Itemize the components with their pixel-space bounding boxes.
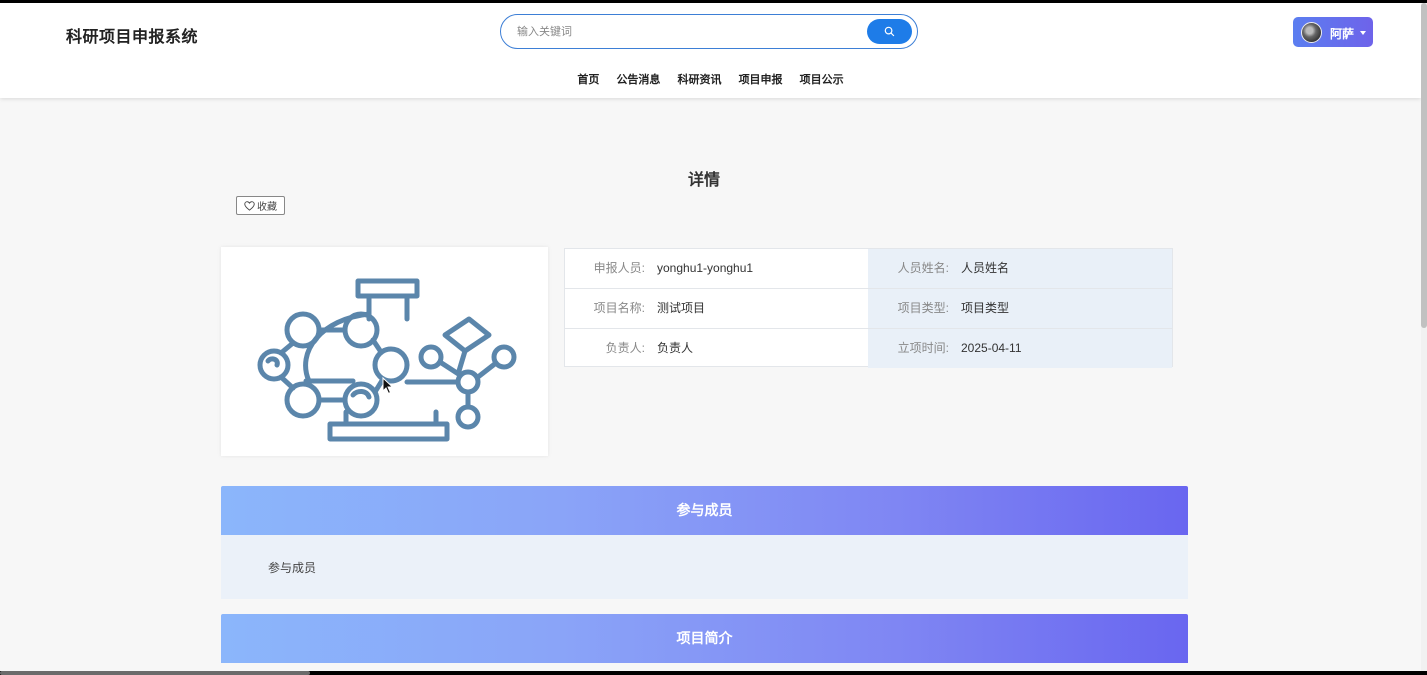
main-nav: 首页 公告消息 科研资讯 项目申报 项目公示 [0, 71, 1421, 87]
nav-research-news[interactable]: 科研资讯 [678, 71, 722, 87]
approval-date-value: 2025-04-11 [961, 341, 1022, 355]
horizontal-scrollbar-thumb[interactable] [0, 671, 310, 675]
applicant-label: 申报人员: [593, 261, 645, 275]
applicant-value: yonghu1-yonghu1 [657, 261, 754, 275]
search-input[interactable] [515, 21, 859, 43]
project-type-label: 项目类型: [897, 301, 949, 315]
heart-icon [244, 200, 255, 211]
avatar [1301, 22, 1322, 43]
mouse-pointer-icon [382, 377, 394, 395]
page-title: 详情 [687, 172, 720, 189]
user-menu-button[interactable]: 阿萨 [1293, 17, 1373, 47]
nav-home[interactable]: 首页 [577, 71, 599, 87]
search-bar [500, 14, 918, 49]
favorite-button[interactable]: 收藏 [236, 196, 285, 215]
nav-announcements[interactable]: 公告消息 [616, 71, 660, 87]
person-name-label: 人员姓名: [897, 261, 949, 275]
vertical-scrollbar-thumb[interactable] [1421, 3, 1427, 328]
vertical-scrollbar[interactable] [1421, 3, 1427, 671]
members-content: 参与成员 [268, 561, 317, 575]
members-section-body: 参与成员 [221, 535, 1188, 599]
leader-label: 负责人: [605, 341, 645, 355]
members-section-header: 参与成员 [221, 486, 1188, 535]
approval-date-label: 立项时间: [897, 341, 949, 355]
project-type-value: 项目类型 [961, 301, 1010, 315]
info-row: 项目名称: 测试项目 项目类型: 项目类型 [565, 289, 1172, 329]
person-name-value: 人员姓名 [961, 261, 1010, 275]
user-name: 阿萨 [1330, 27, 1355, 41]
search-icon [884, 26, 895, 37]
nav-project-application[interactable]: 项目申报 [739, 71, 783, 87]
lab-flask-molecule-icon [257, 278, 517, 442]
nav-project-publicity[interactable]: 项目公示 [800, 71, 844, 87]
project-name-value: 测试项目 [657, 301, 706, 315]
info-row: 申报人员: yonghu1-yonghu1 人员姓名: 人员姓名 [565, 249, 1172, 289]
project-image-card [221, 247, 548, 456]
info-row: 负责人: 负责人 立项时间: 2025-04-11 [565, 329, 1172, 368]
leader-value: 负责人 [657, 341, 694, 355]
favorite-label: 收藏 [257, 202, 277, 213]
top-header: 科研项目申报系统 阿萨 首页 公告消息 科研资讯 项目申报 项目公示 [0, 3, 1421, 98]
caret-down-icon [1360, 31, 1366, 35]
search-button[interactable] [867, 19, 912, 44]
project-info-table: 申报人员: yonghu1-yonghu1 人员姓名: 人员姓名 项目名称: 测… [564, 248, 1173, 368]
intro-section-header: 项目简介 [221, 614, 1188, 663]
site-logo[interactable]: 科研项目申报系统 [66, 23, 198, 47]
page-frame: 科研项目申报系统 阿萨 首页 公告消息 科研资讯 项目申报 项目公示 详情 [0, 3, 1421, 671]
project-name-label: 项目名称: [593, 301, 645, 315]
